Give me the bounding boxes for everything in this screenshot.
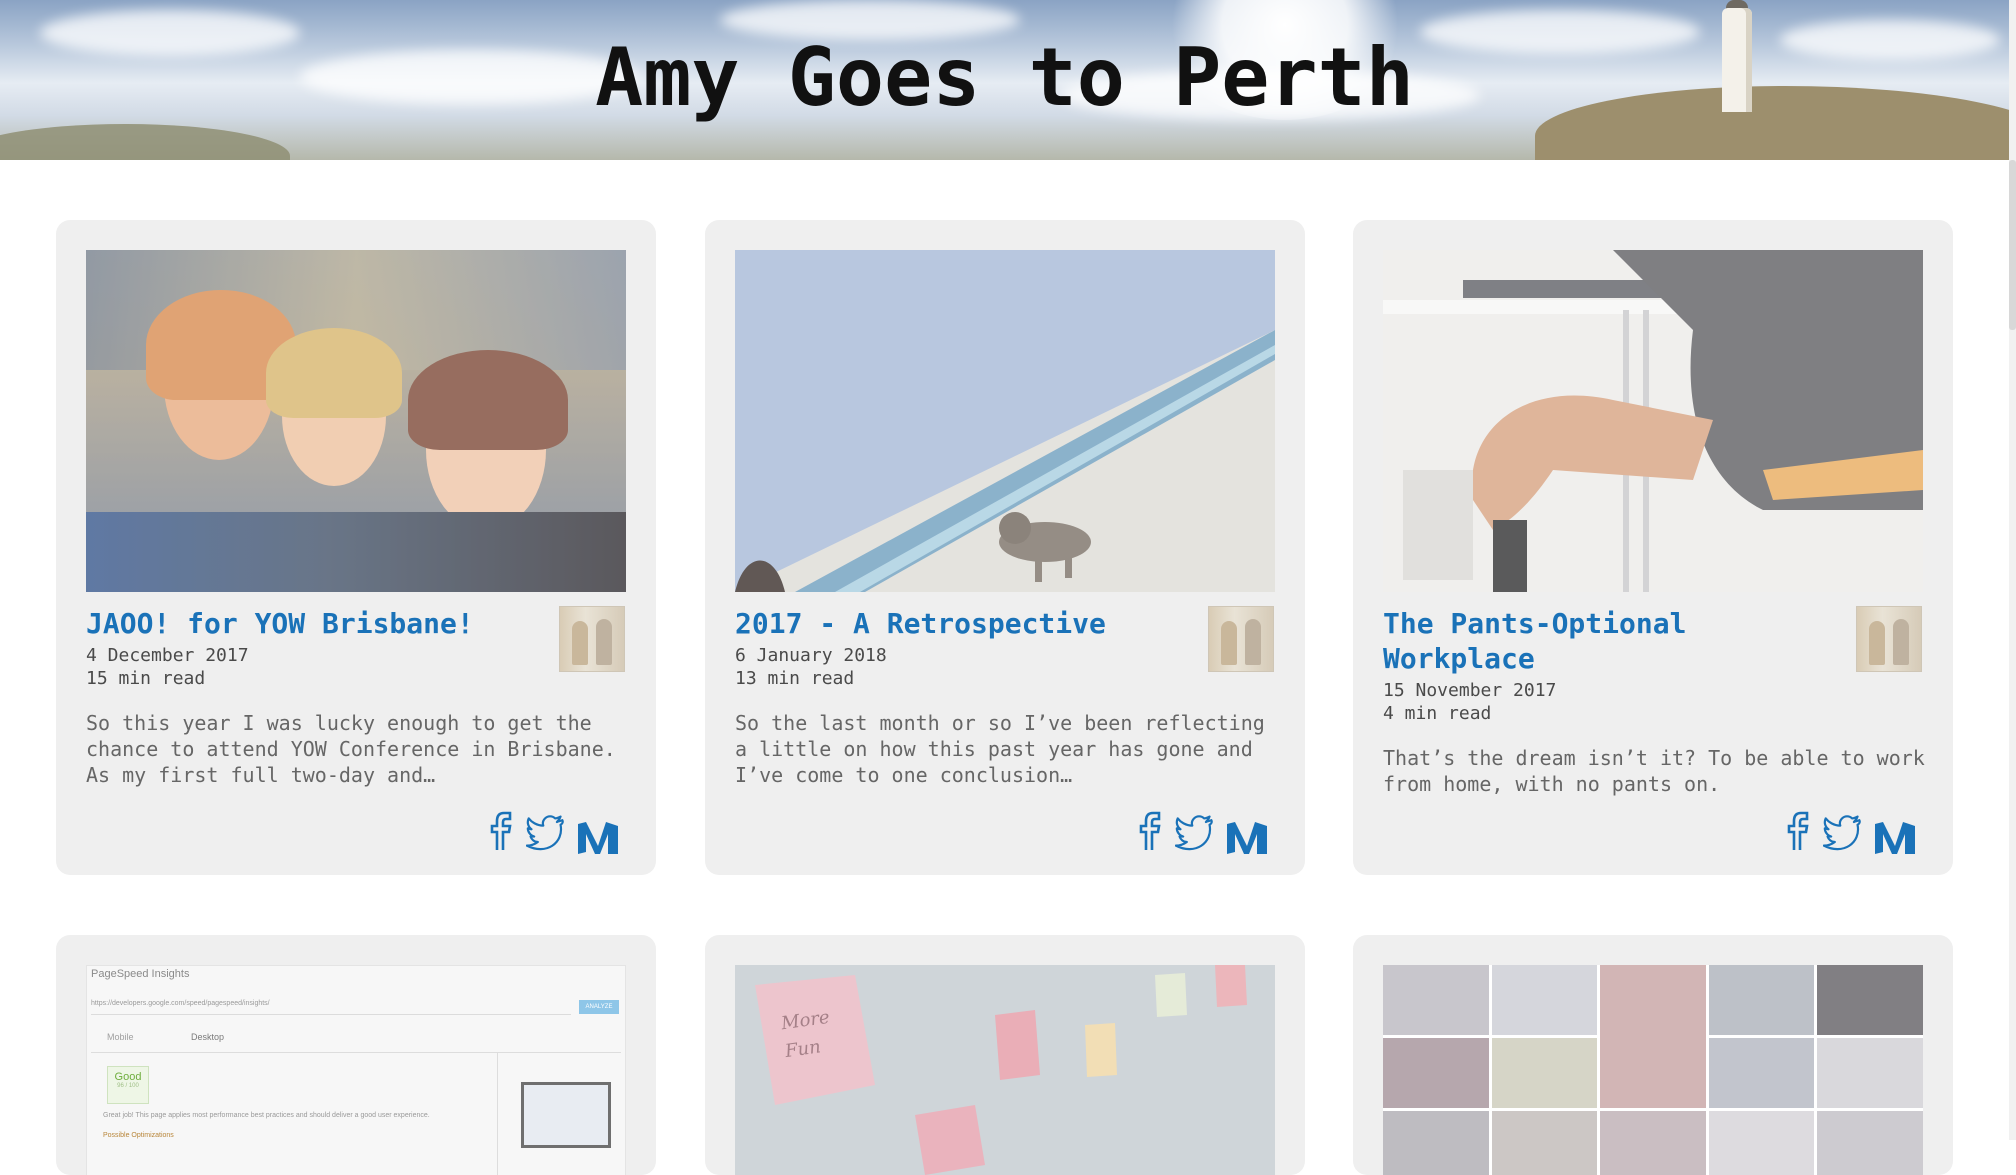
post-thumbnail-sticky-notes[interactable]: More Fun: [735, 965, 1275, 1175]
post-card[interactable]: More Fun: [705, 935, 1305, 1175]
facebook-icon[interactable]: [1129, 810, 1169, 854]
post-thumbnail-pagespeed[interactable]: PageSpeed Insights https://developers.go…: [86, 965, 626, 1175]
medium-icon[interactable]: [1873, 816, 1917, 860]
author-avatar[interactable]: [559, 606, 625, 672]
scrollbar-thumb[interactable]: [2009, 160, 2016, 330]
page-scrollbar[interactable]: [2009, 0, 2016, 1140]
post-card[interactable]: The Pants-Optional Workplace 15 November…: [1353, 220, 1953, 875]
author-avatar[interactable]: [1856, 606, 1922, 672]
pagespeed-score: Good 96 / 100: [107, 1066, 149, 1104]
pagespeed-summary: Great job! This page applies most perfor…: [103, 1112, 430, 1119]
twitter-icon[interactable]: [1174, 810, 1215, 854]
facebook-icon[interactable]: [480, 810, 520, 854]
pagespeed-tab-mobile: Mobile: [107, 1032, 134, 1042]
medium-icon[interactable]: [1225, 816, 1269, 860]
post-card[interactable]: PageSpeed Insights https://developers.go…: [56, 935, 656, 1175]
post-thumbnail-photo-collage[interactable]: [1383, 965, 1923, 1175]
post-read-time: 15 min read: [86, 668, 206, 689]
image-overlay: [86, 250, 626, 592]
pagespeed-analyze-button: ANALYZE: [579, 1000, 619, 1014]
laptop-preview: [521, 1082, 611, 1148]
post-card[interactable]: [1353, 935, 1953, 1175]
twitter-icon[interactable]: [1822, 810, 1863, 854]
post-thumbnail-selfie[interactable]: [86, 250, 626, 592]
post-date: 15 November 2017: [1383, 680, 1557, 701]
post-card[interactable]: 2017 - A Retrospective 6 January 2018 13…: [705, 220, 1305, 875]
twitter-icon[interactable]: [525, 810, 566, 854]
facebook-icon[interactable]: [1777, 810, 1817, 854]
post-thumbnail-workplace[interactable]: [1383, 250, 1923, 592]
site-title[interactable]: Amy Goes to Perth: [0, 28, 2009, 128]
post-title[interactable]: 2017 - A Retrospective: [735, 606, 1185, 641]
sticky-note-text: More Fun: [779, 1006, 831, 1063]
pagespeed-url: https://developers.google.com/speed/page…: [91, 1000, 571, 1015]
pagespeed-tab-desktop: Desktop: [191, 1032, 225, 1042]
header-hill-left: [0, 124, 290, 160]
post-thumbnail-beach-dog[interactable]: [735, 250, 1275, 592]
post-title[interactable]: The Pants-Optional Workplace: [1383, 606, 1833, 676]
post-excerpt: That’s the dream isn’t it? To be able to…: [1383, 746, 1925, 796]
site-header: Amy Goes to Perth: [0, 0, 2009, 160]
post-read-time: 13 min read: [735, 668, 855, 689]
pagespeed-heading: PageSpeed Insights: [91, 968, 190, 980]
post-date: 6 January 2018: [735, 645, 887, 666]
post-read-time: 4 min read: [1383, 703, 1492, 724]
author-avatar[interactable]: [1208, 606, 1274, 672]
post-date: 4 December 2017: [86, 645, 249, 666]
post-excerpt: So the last month or so I’ve been reflec…: [735, 711, 1265, 787]
post-card[interactable]: JAOO! for YOW Brisbane! 4 December 2017 …: [56, 220, 656, 875]
medium-icon[interactable]: [576, 816, 620, 860]
pagespeed-section: Possible Optimizations: [103, 1132, 174, 1139]
post-excerpt: So this year I was lucky enough to get t…: [86, 711, 616, 787]
post-title[interactable]: JAOO! for YOW Brisbane!: [86, 606, 536, 641]
